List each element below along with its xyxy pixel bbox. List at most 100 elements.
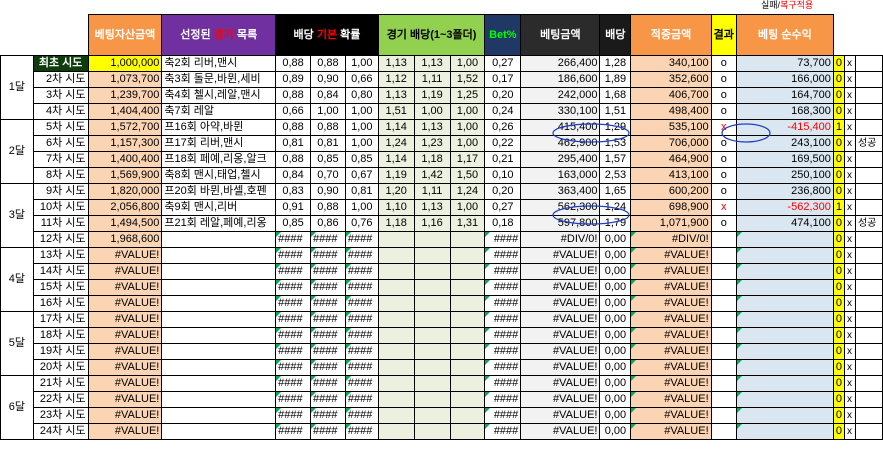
odds-cell-2[interactable]: 1,13	[413, 119, 451, 136]
prob-cell-2[interactable]: 0,85	[310, 151, 346, 168]
result-cell[interactable]: o	[710, 103, 737, 120]
bet-amount-cell[interactable]: 562,300	[520, 199, 601, 216]
prob-cell-1[interactable]: ####	[275, 343, 311, 360]
odds-cell-1[interactable]	[377, 391, 415, 408]
prob-cell-3[interactable]: 0,67	[344, 167, 379, 184]
header-net-profit[interactable]: 베팅 순수익	[735, 14, 834, 56]
bet-amount-cell[interactable]: #VALUE!	[520, 423, 601, 440]
prob-cell-1[interactable]: ####	[275, 231, 311, 248]
odds-cell-3[interactable]	[449, 423, 486, 440]
prob-cell-3[interactable]: ####	[344, 343, 379, 360]
dividend-cell[interactable]: 1,24	[599, 199, 632, 216]
games-cell[interactable]: 축8회 맨시,태업,첼시	[161, 167, 277, 184]
net-profit-cell[interactable]	[735, 247, 834, 264]
odds-cell-2[interactable]: 1,11	[413, 71, 451, 88]
trial-cell[interactable]: 3차 시도	[32, 87, 89, 104]
dividend-cell[interactable]: 0,00	[599, 327, 632, 344]
prob-cell-3[interactable]: 0,66	[344, 71, 379, 88]
success-cell[interactable]	[854, 231, 883, 248]
trial-cell[interactable]: 16차 시도	[32, 295, 89, 312]
x-mark-cell[interactable]: x	[843, 407, 856, 424]
trial-cell[interactable]: 8차 시도	[32, 167, 89, 184]
bet-amount-cell[interactable]: #DIV/0!	[520, 231, 601, 248]
games-cell[interactable]: 프18회 페예,리옹,알크	[161, 151, 277, 168]
prob-cell-2[interactable]: ####	[310, 327, 346, 344]
hit-amount-cell[interactable]: #VALUE!	[630, 295, 712, 312]
flag-cell[interactable]: 0	[832, 359, 845, 376]
asset-cell[interactable]: #VALUE!	[87, 359, 163, 376]
dividend-cell[interactable]: 0,00	[599, 375, 632, 392]
trial-cell[interactable]: 9차 시도	[32, 183, 89, 200]
trial-cell[interactable]: 15차 시도	[32, 279, 89, 296]
prob-cell-2[interactable]: ####	[310, 423, 346, 440]
asset-cell[interactable]: 1,572,700	[87, 119, 163, 136]
odds-cell-2[interactable]	[413, 343, 451, 360]
success-cell[interactable]	[854, 247, 883, 264]
prob-cell-3[interactable]: ####	[344, 359, 379, 376]
games-cell[interactable]	[161, 407, 277, 424]
bet-amount-cell[interactable]: 363,400	[520, 183, 601, 200]
odds-cell-2[interactable]	[413, 295, 451, 312]
odds-cell-3[interactable]	[449, 231, 486, 248]
hit-amount-cell[interactable]: 1,071,900	[630, 215, 712, 232]
result-cell[interactable]: o	[710, 215, 737, 232]
month-label[interactable]: 6달	[0, 375, 34, 440]
flag-cell[interactable]: 0	[832, 183, 845, 200]
bet-amount-cell[interactable]: 597,800	[520, 215, 601, 232]
games-cell[interactable]	[161, 247, 277, 264]
dividend-cell[interactable]: 0,00	[599, 407, 632, 424]
odds-cell-3[interactable]	[449, 247, 486, 264]
asset-cell[interactable]: #VALUE!	[87, 279, 163, 296]
bet-amount-cell[interactable]: 295,400	[520, 151, 601, 168]
result-cell[interactable]	[710, 231, 737, 248]
prob-cell-3[interactable]: ####	[344, 295, 379, 312]
x-mark-cell[interactable]: x	[843, 343, 856, 360]
prob-cell-2[interactable]: ####	[310, 375, 346, 392]
hit-amount-cell[interactable]: #VALUE!	[630, 375, 712, 392]
asset-cell[interactable]: #VALUE!	[87, 247, 163, 264]
dividend-cell[interactable]: 0,00	[599, 263, 632, 280]
odds-cell-3[interactable]: 1,50	[449, 167, 486, 184]
net-profit-cell[interactable]: 169,500	[735, 151, 834, 168]
odds-cell-2[interactable]	[413, 263, 451, 280]
hit-amount-cell[interactable]: 698,900	[630, 199, 712, 216]
games-cell[interactable]: 축7회 레알	[161, 103, 277, 120]
net-profit-cell[interactable]: 250,100	[735, 167, 834, 184]
games-cell[interactable]	[161, 279, 277, 296]
asset-cell[interactable]: #VALUE!	[87, 343, 163, 360]
flag-cell[interactable]: 0	[832, 247, 845, 264]
prob-cell-3[interactable]: ####	[344, 375, 379, 392]
result-cell[interactable]	[710, 359, 737, 376]
bet-amount-cell[interactable]: 186,600	[520, 71, 601, 88]
dividend-cell[interactable]: 1,51	[599, 103, 632, 120]
flag-cell[interactable]: 1	[832, 119, 845, 136]
bet-amount-cell[interactable]: #VALUE!	[520, 407, 601, 424]
flag-cell[interactable]: 0	[832, 167, 845, 184]
games-cell[interactable]	[161, 391, 277, 408]
x-mark-cell[interactable]: x	[843, 423, 856, 440]
hit-amount-cell[interactable]: #VALUE!	[630, 279, 712, 296]
odds-cell-1[interactable]: 1,51	[377, 103, 415, 120]
flag-cell[interactable]: 0	[832, 71, 845, 88]
hit-amount-cell[interactable]: #VALUE!	[630, 359, 712, 376]
prob-cell-2[interactable]: ####	[310, 247, 346, 264]
odds-cell-1[interactable]	[377, 407, 415, 424]
prob-cell-3[interactable]: 0,76	[344, 215, 379, 232]
asset-cell[interactable]: 1,968,600	[87, 231, 163, 248]
prob-cell-1[interactable]: ####	[275, 423, 311, 440]
odds-cell-2[interactable]	[413, 391, 451, 408]
odds-cell-2[interactable]: 1,19	[413, 87, 451, 104]
hit-amount-cell[interactable]: #VALUE!	[630, 391, 712, 408]
flag-cell[interactable]: 0	[832, 375, 845, 392]
prob-cell-2[interactable]: ####	[310, 407, 346, 424]
result-cell[interactable]	[710, 295, 737, 312]
odds-cell-1[interactable]	[377, 359, 415, 376]
prob-cell-1[interactable]: ####	[275, 407, 311, 424]
result-cell[interactable]	[710, 375, 737, 392]
hit-amount-cell[interactable]: #VALUE!	[630, 407, 712, 424]
success-cell[interactable]	[854, 375, 883, 392]
success-cell[interactable]	[854, 407, 883, 424]
prob-cell-3[interactable]: 1,00	[344, 119, 379, 136]
asset-cell[interactable]: #VALUE!	[87, 423, 163, 440]
trial-cell[interactable]: 17차 시도	[32, 311, 89, 328]
